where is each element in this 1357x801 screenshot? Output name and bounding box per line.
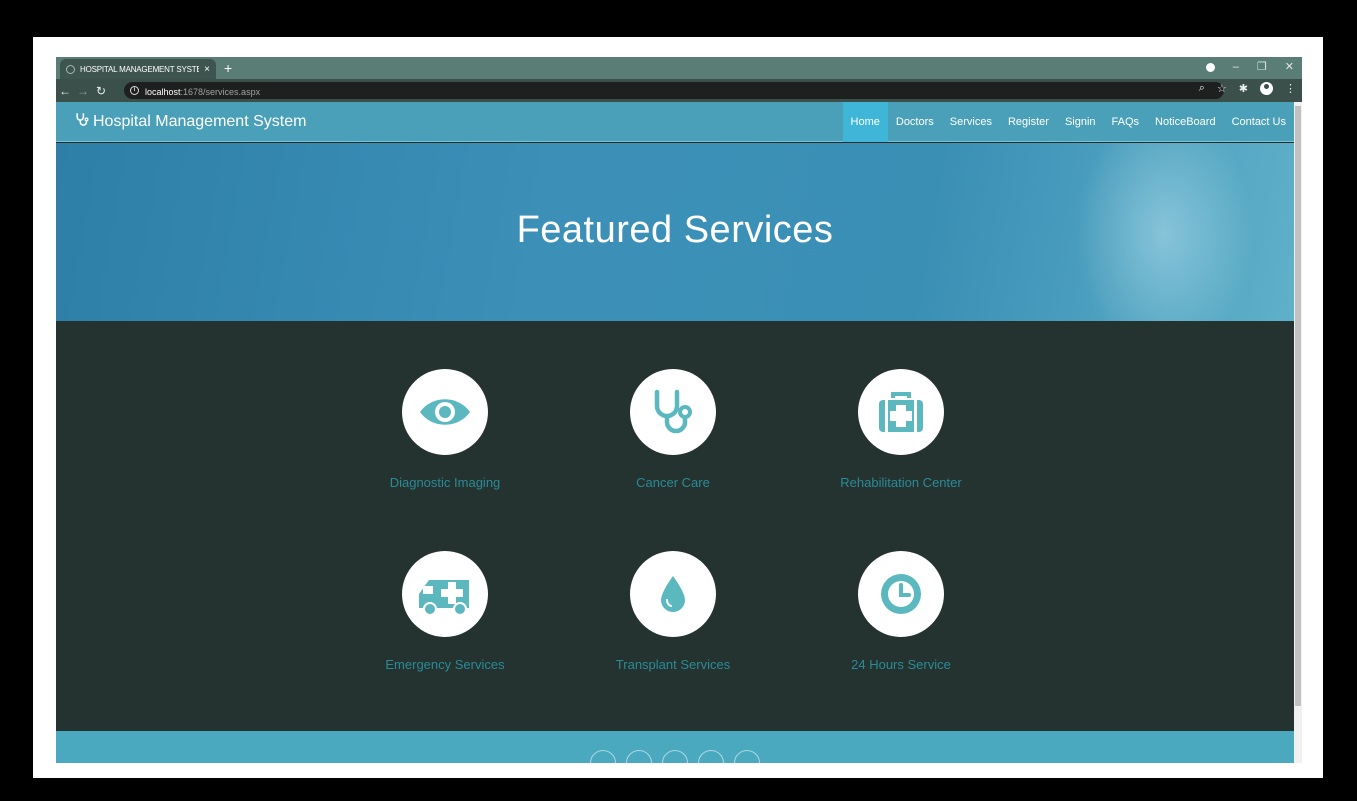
ambulance-icon	[402, 551, 488, 637]
nav-noticeboard[interactable]: NoticeBoard	[1147, 102, 1224, 142]
address-bar: ← → ↻ i localhost:1678/services.aspx ⌕ ☆…	[56, 79, 1302, 102]
twitter-icon[interactable]	[626, 750, 652, 763]
window-controls: – ❐ ✕	[1205, 60, 1294, 74]
tab-bar: HOSPITAL MANAGEMENT SYSTE × + – ❐ ✕	[56, 57, 1302, 79]
brand-name: Hospital Management System	[93, 112, 307, 130]
hero-banner: Featured Services	[56, 143, 1294, 321]
browser-window: HOSPITAL MANAGEMENT SYSTE × + – ❐ ✕ ← → …	[56, 57, 1302, 763]
restore-icon[interactable]: ❐	[1257, 60, 1267, 74]
page-scrollbar[interactable]	[1294, 102, 1302, 763]
new-tab-button[interactable]: +	[224, 59, 232, 77]
service-label: Rehabilitation Center	[840, 475, 962, 490]
info-icon[interactable]: i	[130, 86, 139, 95]
social-links	[590, 750, 760, 763]
nav-signin[interactable]: Signin	[1057, 102, 1104, 142]
service-label: Cancer Care	[636, 475, 710, 490]
zoom-icon[interactable]: ⌕	[1199, 82, 1205, 95]
service-transplant-services[interactable]: Transplant Services	[573, 551, 773, 672]
service-label: Diagnostic Imaging	[389, 475, 501, 490]
eye-icon	[402, 369, 488, 455]
close-window-icon[interactable]: ✕	[1285, 60, 1294, 74]
browser-tab[interactable]: HOSPITAL MANAGEMENT SYSTE ×	[60, 59, 216, 79]
footer	[56, 731, 1294, 763]
nav-contact-us[interactable]: Contact Us	[1224, 102, 1294, 142]
service-rehabilitation-center[interactable]: Rehabilitation Center	[801, 369, 1001, 490]
minimize-icon[interactable]: –	[1233, 60, 1239, 74]
service-label: 24 Hours Service	[851, 657, 951, 672]
page-title: Featured Services	[516, 209, 834, 251]
url-path: :1678/services.aspx	[180, 86, 261, 97]
service-diagnostic-imaging[interactable]: Diagnostic Imaging	[345, 369, 545, 490]
record-icon[interactable]	[1205, 62, 1215, 72]
close-icon[interactable]: ×	[204, 64, 210, 75]
scrollbar-thumb[interactable]	[1295, 106, 1301, 706]
toolbar-icons: ⌕ ☆ ✱ ⋮	[1199, 82, 1296, 95]
url-field[interactable]: i localhost:1678/services.aspx	[124, 82, 1224, 99]
stethoscope-icon	[630, 369, 716, 455]
menu-icon[interactable]: ⋮	[1285, 82, 1296, 95]
linkedin-icon[interactable]	[734, 750, 760, 763]
forward-icon[interactable]: →	[74, 84, 92, 98]
google-plus-icon[interactable]	[662, 750, 688, 763]
extensions-icon[interactable]: ✱	[1239, 82, 1248, 95]
brand-logo[interactable]: Hospital Management System	[74, 112, 306, 131]
globe-icon	[66, 64, 75, 74]
star-icon[interactable]: ☆	[1217, 82, 1227, 95]
reload-icon[interactable]: ↻	[92, 84, 110, 98]
service-emergency-services[interactable]: Emergency Services	[345, 551, 545, 672]
nav-faqs[interactable]: FAQs	[1104, 102, 1148, 142]
service-24-hours[interactable]: 24 Hours Service	[801, 551, 1001, 672]
clock-icon	[858, 551, 944, 637]
nav-home[interactable]: Home	[842, 102, 888, 142]
service-label: Transplant Services	[615, 657, 731, 672]
profile-icon[interactable]	[1260, 82, 1273, 95]
facebook-icon[interactable]	[590, 750, 616, 763]
nav-doctors[interactable]: Doctors	[888, 102, 942, 142]
nav-services[interactable]: Services	[942, 102, 1000, 142]
back-icon[interactable]: ←	[56, 84, 74, 98]
stethoscope-logo-icon	[74, 112, 89, 131]
service-cancer-care[interactable]: Cancer Care	[573, 369, 773, 490]
medkit-icon	[858, 369, 944, 455]
tab-title: HOSPITAL MANAGEMENT SYSTE	[80, 64, 200, 74]
services-section: Diagnostic Imaging Cancer Care Rehabilit…	[56, 321, 1294, 731]
nav-register[interactable]: Register	[1000, 102, 1057, 142]
nav-links: Home Doctors Services Register Signin FA…	[842, 102, 1294, 142]
drop-icon	[630, 551, 716, 637]
service-label: Emergency Services	[385, 657, 505, 672]
url-host: localhost	[145, 86, 181, 97]
site-navbar: Hospital Management System Home Doctors …	[56, 102, 1294, 142]
instagram-icon[interactable]	[698, 750, 724, 763]
